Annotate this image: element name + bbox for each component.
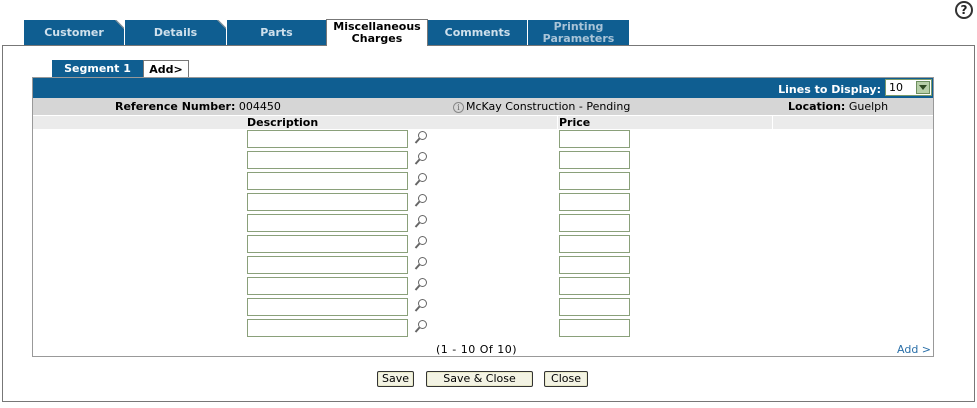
save-and-close-label: Save & Close: [443, 372, 516, 385]
price-input[interactable]: [559, 130, 630, 148]
help-icon[interactable]: ?: [955, 1, 973, 19]
column-header-price: Price: [559, 116, 591, 129]
magnifier-icon[interactable]: [414, 277, 428, 293]
price-input[interactable]: [559, 172, 630, 190]
column-header-row: Description Price: [33, 116, 933, 129]
table-row: [33, 277, 933, 298]
magnifier-icon[interactable]: [414, 298, 428, 314]
tab-miscellaneous-charges-label: Miscellaneous Charges: [333, 20, 421, 45]
table-row: [33, 193, 933, 214]
location: Location: Guelph: [788, 100, 888, 113]
magnifier-icon[interactable]: [414, 130, 428, 146]
tab-comments-label: Comments: [444, 25, 511, 39]
table-row: [33, 130, 933, 151]
reference-number-label: Reference Number:: [115, 100, 236, 113]
reference-number: Reference Number: 004450: [115, 100, 281, 113]
table-row: [33, 151, 933, 172]
price-input[interactable]: [559, 151, 630, 169]
magnifier-icon[interactable]: [414, 151, 428, 167]
charges-grid: Lines to Display: 10 Reference Number: 0…: [32, 77, 934, 357]
description-input[interactable]: [247, 214, 408, 232]
location-label: Location:: [788, 100, 846, 113]
chevron-down-icon[interactable]: [916, 81, 930, 94]
price-input[interactable]: [559, 277, 630, 295]
tab-parts[interactable]: Parts: [227, 20, 326, 45]
lines-to-display-select[interactable]: 10: [885, 79, 932, 96]
magnifier-icon[interactable]: [414, 172, 428, 188]
customer-status: i McKay Construction - Pending: [453, 100, 630, 113]
description-input[interactable]: [247, 130, 408, 148]
table-row: [33, 298, 933, 319]
pagination-info: (1 - 10 Of 10): [436, 343, 518, 356]
magnifier-icon[interactable]: [414, 256, 428, 272]
order-status: Pending: [586, 100, 631, 113]
customer-name: McKay Construction: [466, 100, 576, 113]
description-input[interactable]: [247, 298, 408, 316]
add-segment-tab[interactable]: Add>: [143, 60, 189, 77]
tab-customer[interactable]: Customer: [24, 20, 124, 45]
reference-number-value: 004450: [238, 100, 281, 113]
tab-segment-1[interactable]: Segment 1: [52, 60, 143, 77]
tab-customer-label: Customer: [44, 25, 104, 39]
info-icon[interactable]: i: [453, 102, 464, 113]
tab-comments[interactable]: Comments: [428, 20, 527, 45]
table-row: [33, 256, 933, 277]
tab-details[interactable]: Details: [125, 20, 226, 45]
magnifier-icon[interactable]: [414, 235, 428, 251]
magnifier-icon[interactable]: [414, 214, 428, 230]
tab-printing-parameters[interactable]: Printing Parameters: [528, 20, 629, 45]
column-header-description: Description: [247, 116, 319, 129]
description-input[interactable]: [247, 151, 408, 169]
tab-details-label: Details: [153, 25, 198, 39]
price-input[interactable]: [559, 256, 630, 274]
price-input[interactable]: [559, 298, 630, 316]
save-and-close-button[interactable]: Save & Close: [426, 371, 533, 387]
save-button[interactable]: Save: [377, 371, 414, 387]
table-row: [33, 235, 933, 256]
add-row-link[interactable]: Add >: [897, 343, 931, 356]
tab-printing-parameters-label: Printing Parameters: [542, 19, 615, 45]
table-row: [33, 319, 933, 340]
description-input[interactable]: [247, 277, 408, 295]
magnifier-icon[interactable]: [414, 319, 428, 335]
header-info-bar: Reference Number: 004450 i McKay Construc…: [33, 98, 933, 115]
close-button[interactable]: Close: [544, 371, 588, 387]
lines-to-display-value: 10: [889, 81, 903, 94]
grid-toolbar: Lines to Display: 10: [33, 78, 933, 98]
lines-to-display-label: Lines to Display:: [778, 83, 881, 96]
description-input[interactable]: [247, 193, 408, 211]
customer-separator: -: [575, 100, 587, 113]
magnifier-icon[interactable]: [414, 193, 428, 209]
price-input[interactable]: [559, 193, 630, 211]
description-input[interactable]: [247, 256, 408, 274]
description-input[interactable]: [247, 235, 408, 253]
column-divider: [557, 116, 558, 129]
table-row: [33, 214, 933, 235]
tab-segment-1-label: Segment 1: [64, 62, 131, 75]
table-row: [33, 172, 933, 193]
column-divider: [772, 116, 773, 129]
price-input[interactable]: [559, 235, 630, 253]
close-button-label: Close: [551, 372, 581, 385]
save-button-label: Save: [381, 372, 409, 385]
price-input[interactable]: [559, 214, 630, 232]
location-value: Guelph: [848, 100, 889, 113]
tab-parts-label: Parts: [260, 25, 293, 39]
tab-miscellaneous-charges[interactable]: Miscellaneous Charges: [326, 19, 428, 46]
description-input[interactable]: [247, 319, 408, 337]
description-input[interactable]: [247, 172, 408, 190]
price-input[interactable]: [559, 319, 630, 337]
add-segment-label: Add>: [149, 62, 183, 76]
